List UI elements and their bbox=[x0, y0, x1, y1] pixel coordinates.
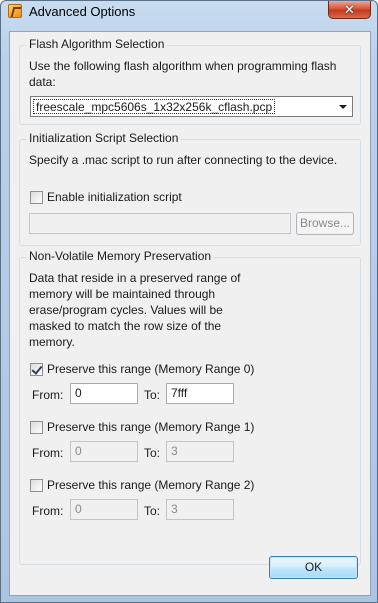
chevron-down-icon[interactable] bbox=[334, 98, 351, 115]
preserve-range-0-checkbox[interactable] bbox=[30, 363, 43, 376]
advanced-options-dialog: Advanced Options ✕ Flash Algorithm Selec… bbox=[0, 0, 378, 603]
range-1-from-input[interactable]: 0 bbox=[70, 441, 138, 462]
range-1-to-input[interactable]: 3 bbox=[166, 441, 234, 462]
range-0-from-label: From: bbox=[32, 388, 64, 402]
range-2-to-label: To: bbox=[144, 504, 161, 518]
flash-algorithm-group: Flash Algorithm Selection Use the follow… bbox=[19, 37, 361, 125]
ok-button[interactable]: OK bbox=[269, 556, 358, 579]
browse-button[interactable]: Browse... bbox=[296, 212, 354, 235]
preserve-range-2-checkbox[interactable] bbox=[30, 479, 43, 492]
init-script-group-title: Initialization Script Selection bbox=[26, 131, 182, 145]
range-2-from-label: From: bbox=[32, 504, 64, 518]
preserve-range-1-checkbox[interactable] bbox=[30, 421, 43, 434]
flash-algorithm-group-title: Flash Algorithm Selection bbox=[26, 37, 168, 51]
close-button[interactable]: ✕ bbox=[328, 1, 371, 19]
range-2-from-input[interactable]: 0 bbox=[70, 499, 138, 520]
close-icon: ✕ bbox=[344, 2, 355, 17]
nvm-preservation-description: Data that reside in a preserved range of… bbox=[29, 271, 241, 349]
app-icon bbox=[8, 4, 22, 18]
range-1-to-label: To: bbox=[144, 446, 161, 460]
window-title: Advanced Options bbox=[29, 4, 136, 19]
preserve-range-0-label: Preserve this range (Memory Range 0) bbox=[47, 362, 255, 376]
range-0-to-input[interactable]: 7fff bbox=[166, 383, 234, 404]
init-script-path-input[interactable] bbox=[29, 213, 291, 234]
flash-algorithm-description: Use the following flash algorithm when p… bbox=[29, 59, 337, 89]
nvm-preservation-group: Non-Volatile Memory Preservation Data th… bbox=[19, 249, 361, 565]
range-1-from-label: From: bbox=[32, 446, 64, 460]
range-2-to-input[interactable]: 3 bbox=[166, 499, 234, 520]
init-script-group: Initialization Script Selection Specify … bbox=[19, 131, 361, 246]
range-0-to-label: To: bbox=[144, 388, 161, 402]
range-0-from-input[interactable]: 0 bbox=[70, 383, 138, 404]
preserve-range-2-label: Preserve this range (Memory Range 2) bbox=[47, 478, 255, 492]
enable-init-script-label: Enable initialization script bbox=[47, 190, 182, 204]
init-script-description: Specify a .mac script to run after conne… bbox=[29, 153, 338, 167]
flash-algorithm-selected-value: freescale_mpc5606s_1x32x256k_cflash.pcp bbox=[33, 99, 276, 114]
dialog-body: Flash Algorithm Selection Use the follow… bbox=[9, 31, 371, 596]
nvm-preservation-group-title: Non-Volatile Memory Preservation bbox=[26, 249, 215, 263]
title-bar[interactable]: Advanced Options ✕ bbox=[1, 1, 377, 23]
flash-algorithm-select[interactable]: freescale_mpc5606s_1x32x256k_cflash.pcp bbox=[30, 96, 353, 117]
enable-init-script-checkbox[interactable] bbox=[30, 191, 43, 204]
preserve-range-1-label: Preserve this range (Memory Range 1) bbox=[47, 420, 255, 434]
